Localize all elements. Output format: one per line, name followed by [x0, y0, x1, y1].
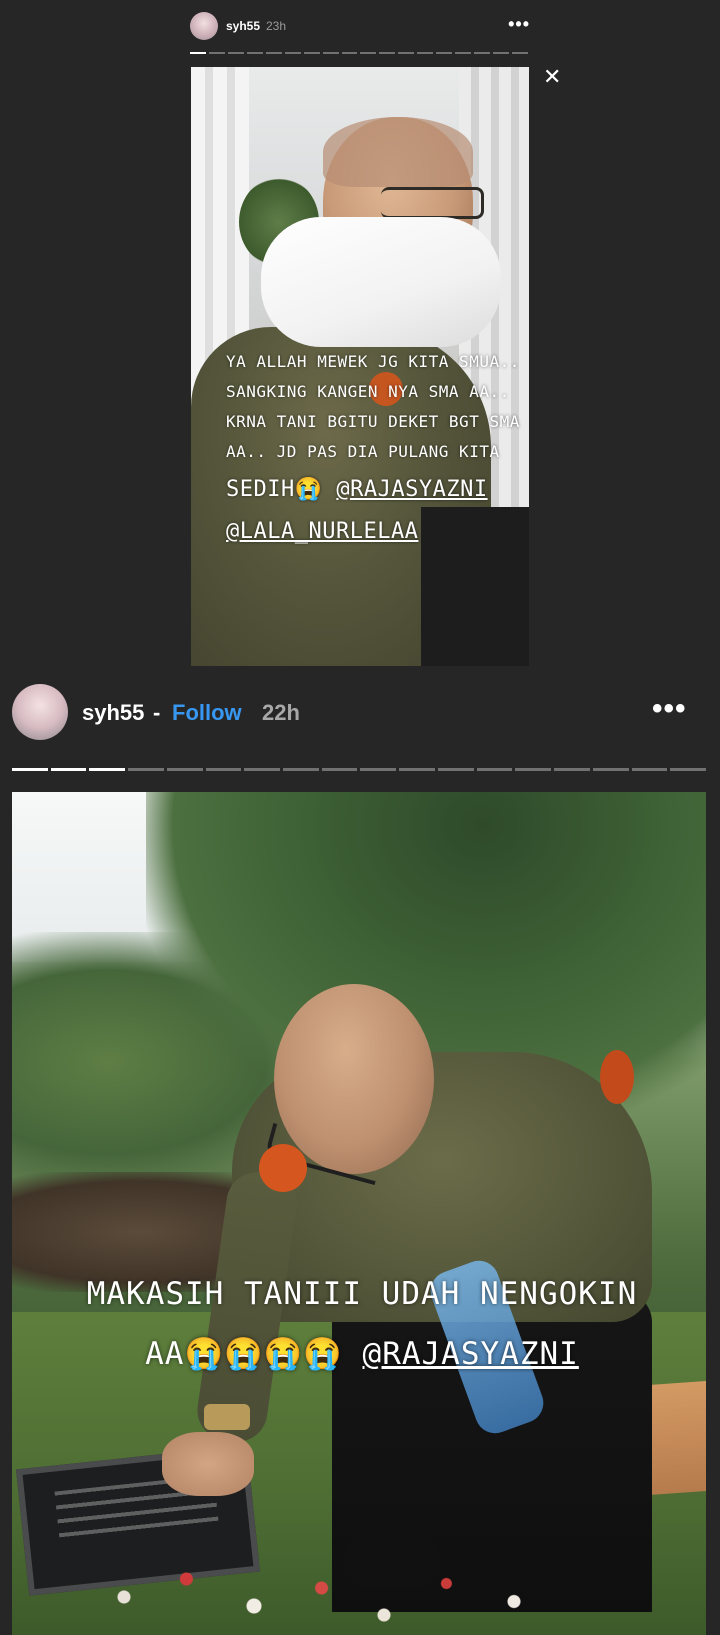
progress-segment	[399, 768, 435, 771]
progress-segment	[360, 768, 397, 771]
progress-segment	[417, 52, 434, 54]
caption-line: SANGKING KANGEN NYA SMA AA..	[226, 382, 510, 401]
more-options-icon[interactable]: •••	[652, 692, 687, 726]
caption-line: @LALA_NURLELAA	[226, 513, 526, 551]
progress-segment	[284, 52, 301, 54]
jacket-patch	[259, 1144, 307, 1192]
progress-segment	[341, 52, 358, 54]
story-header: syh55 23h •••	[190, 12, 530, 42]
progress-segment	[398, 52, 415, 54]
caption-text: AA😭😭😭😭	[145, 1336, 363, 1372]
story-caption: MAKASIH TANIII UDAH NENGOKIN AA😭😭😭😭 @RAJ…	[62, 1264, 662, 1384]
progress-segment	[322, 52, 339, 54]
mention-link[interactable]: @LALA_NURLELAA	[226, 519, 418, 544]
hugging-arm	[261, 217, 501, 347]
progress-segment	[128, 768, 164, 771]
progress-segment	[379, 52, 396, 54]
avatar[interactable]	[12, 684, 68, 740]
progress-segment	[515, 768, 552, 771]
more-options-icon[interactable]: •••	[508, 14, 530, 35]
progress-segment	[205, 768, 242, 771]
mention-link[interactable]: @RAJASYAZNI	[363, 1336, 579, 1372]
progress-segment	[436, 52, 453, 54]
separator: -	[153, 700, 161, 725]
caption-line: SEDIH😭 @RAJASYAZNI	[226, 471, 526, 509]
story-viewer-bottom: syh55 - Follow 22h ••• MAKASIH TANIII UD…	[0, 670, 720, 1635]
progress-segment	[631, 768, 668, 771]
progress-segment	[592, 768, 629, 771]
caption-text: SEDIH😭	[226, 477, 337, 502]
progress-segment	[455, 52, 472, 54]
mention-link[interactable]: @RAJASYAZNI	[336, 477, 487, 502]
story-viewer-top: syh55 23h ••• ✕ YA ALLAH MEWEK JG KITA S…	[0, 0, 720, 670]
story-timestamp: 22h	[262, 700, 300, 725]
progress-segment	[554, 768, 590, 771]
progress-segment	[244, 768, 281, 771]
story-username[interactable]: syh55	[226, 19, 260, 33]
flower-petals	[72, 1552, 592, 1635]
story-timestamp: 23h	[266, 19, 287, 33]
caption-line: MAKASIH TANIII UDAH NENGOKIN	[86, 1276, 638, 1312]
progress-segment	[303, 52, 320, 54]
progress-segment	[474, 52, 490, 54]
caption-line: AA.. JD PAS DIA PULANG KITA	[226, 442, 500, 461]
progress-segment	[190, 52, 206, 54]
avatar[interactable]	[190, 12, 218, 40]
jacket-patch	[600, 1050, 634, 1104]
progress-segment	[246, 52, 263, 54]
progress-segment	[476, 768, 513, 771]
caption-line: YA ALLAH MEWEK JG KITA SMUA..	[226, 352, 520, 371]
progress-segment	[227, 52, 244, 54]
progress-segment	[50, 768, 87, 771]
follow-button[interactable]: Follow	[172, 700, 242, 726]
story-progress-bar	[190, 52, 528, 55]
story-progress-bar	[12, 768, 706, 771]
progress-segment	[493, 52, 509, 54]
progress-segment	[670, 768, 706, 771]
progress-segment	[321, 768, 358, 771]
progress-segment	[166, 768, 203, 771]
glasses	[381, 187, 484, 219]
wristwatch	[204, 1404, 250, 1430]
person-hair	[323, 117, 473, 187]
progress-segment	[360, 52, 377, 54]
progress-segment	[208, 52, 225, 54]
progress-segment	[89, 768, 126, 771]
person-hand	[162, 1432, 254, 1496]
progress-segment	[437, 768, 474, 771]
story-username[interactable]: syh55	[82, 700, 144, 726]
caption-line: AA😭😭😭😭 @RAJASYAZNI	[62, 1324, 662, 1384]
story-caption: YA ALLAH MEWEK JG KITA SMUA.. SANGKING K…	[226, 347, 526, 551]
close-icon[interactable]: ✕	[543, 64, 561, 90]
story-photo[interactable]: YA ALLAH MEWEK JG KITA SMUA.. SANGKING K…	[191, 67, 529, 666]
story-photo[interactable]: MAKASIH TANIII UDAH NENGOKIN AA😭😭😭😭 @RAJ…	[12, 792, 706, 1635]
caption-line: KRNA TANI BGITU DEKET BGT SMA	[226, 412, 520, 431]
progress-segment	[283, 768, 319, 771]
progress-segment	[12, 768, 48, 771]
progress-segment	[511, 52, 528, 54]
progress-segment	[265, 52, 282, 54]
